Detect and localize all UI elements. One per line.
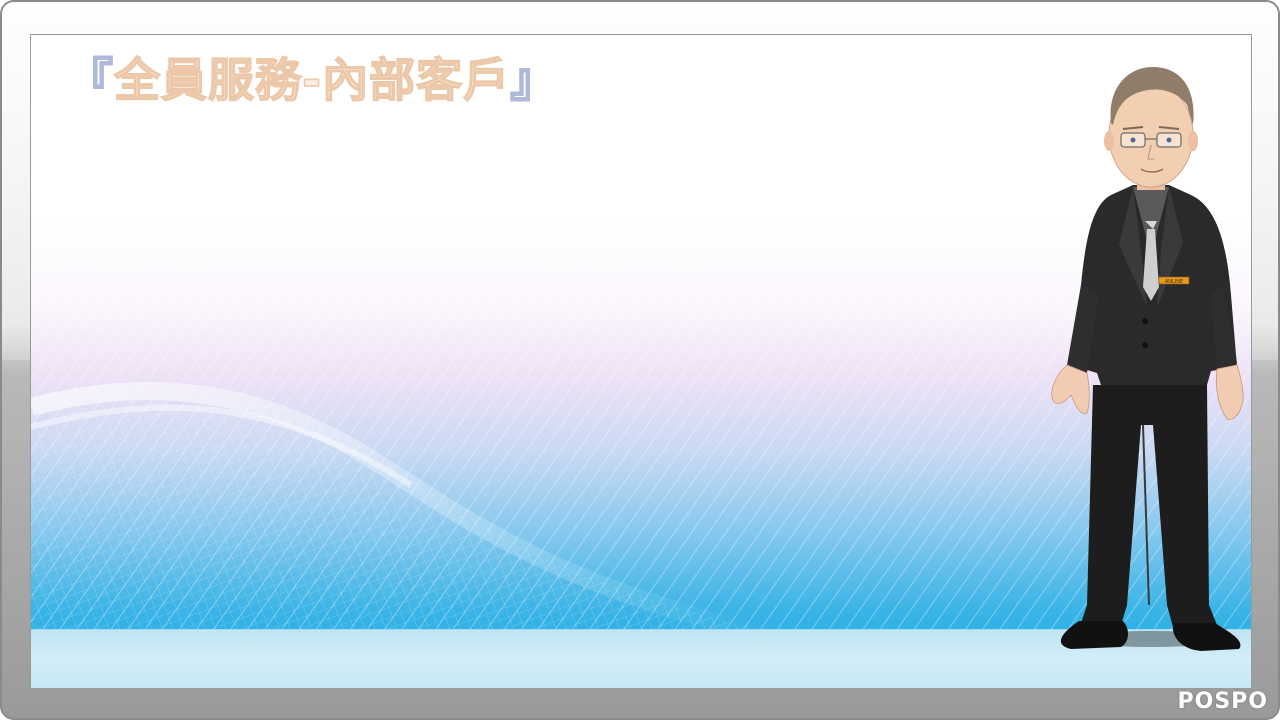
title-close-bracket: 』	[509, 52, 558, 108]
businessman-illustration: ANLINE	[1051, 67, 1244, 651]
slide-frame: 『全員服務-內部客戶』 ANLINE POSPO	[0, 0, 1280, 720]
title-text: 全員服務-內部客戶	[113, 52, 511, 108]
slide-canvas: 『全員服務-內部客戶』 ANLINE	[30, 34, 1252, 689]
title-open-bracket: 『	[66, 52, 114, 108]
watermark-logo: POSPO	[1177, 689, 1268, 714]
slide-title: 『全員服務-內部客戶』	[66, 45, 558, 115]
name-badge: ANLINE	[1165, 279, 1183, 285]
